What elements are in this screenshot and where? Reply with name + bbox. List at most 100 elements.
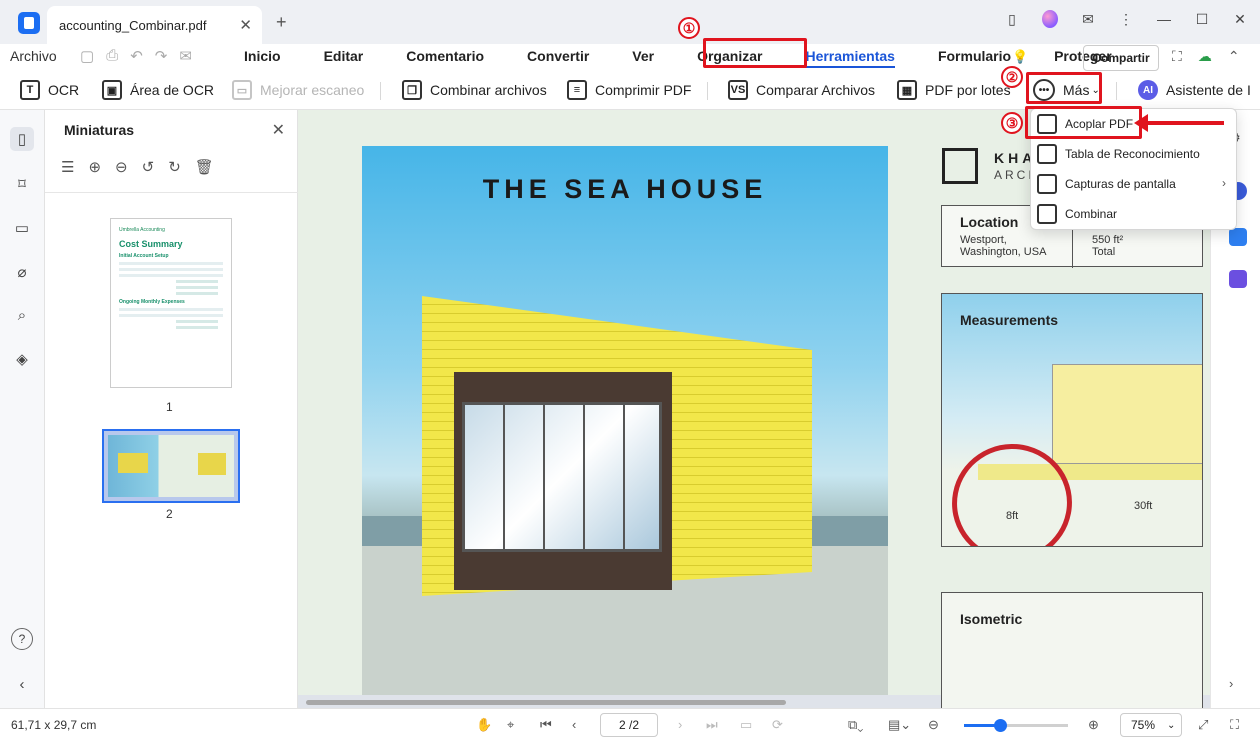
- combine-files-button[interactable]: ❐ Combinar archivos: [402, 80, 547, 100]
- maximize-button[interactable]: ☐: [1194, 11, 1210, 28]
- comment-icon[interactable]: ▭: [10, 216, 34, 240]
- fit-width-icon[interactable]: ⤢: [1198, 717, 1208, 733]
- rotate-right-icon[interactable]: ↻: [168, 158, 181, 176]
- menu-convertir[interactable]: Convertir: [527, 48, 589, 68]
- avatar[interactable]: [1042, 10, 1058, 28]
- measurement-label-30ft: 30ft: [1134, 500, 1153, 512]
- batch-pdf-button[interactable]: ▦ PDF por lotes: [897, 80, 1011, 100]
- compare-files-button[interactable]: VS Comparar Archivos: [728, 80, 875, 100]
- new-tab-button[interactable]: +: [276, 12, 287, 33]
- next-page-icon[interactable]: ›: [678, 717, 682, 732]
- menu-ver[interactable]: Ver: [632, 48, 654, 68]
- translate-icon[interactable]: [1229, 228, 1247, 246]
- bookmark-icon[interactable]: ⌑: [10, 172, 34, 196]
- delete-icon[interactable]: 🗑: [195, 158, 214, 176]
- menu-inicio[interactable]: Inicio: [244, 48, 281, 68]
- menu-file[interactable]: Archivo: [10, 48, 57, 64]
- tab-title: accounting_Combinar.pdf: [59, 17, 207, 33]
- view-mode-icon[interactable]: ⧉⌄: [848, 717, 863, 733]
- save-icon[interactable]: ▢: [80, 47, 94, 65]
- thumb-house: [118, 453, 148, 473]
- device-icon[interactable]: ▯: [1004, 11, 1020, 28]
- menu-comentario[interactable]: Comentario: [406, 48, 484, 68]
- zoom-out-icon[interactable]: ⊖: [115, 158, 128, 176]
- menu-item-label: Capturas de pantalla: [1065, 177, 1176, 191]
- fullscreen-icon[interactable]: ⛶: [1230, 717, 1239, 733]
- title-bar: accounting_Combinar.pdf ✕ + ▯ ✉ ⋮ — ☐ ✕: [0, 0, 1260, 44]
- page-thumbnails-icon[interactable]: ▯: [10, 127, 34, 151]
- rotate-page-icon[interactable]: ⟳: [772, 717, 783, 733]
- zoom-in-icon[interactable]: ⊕: [88, 158, 101, 176]
- collapse-ribbon-icon[interactable]: ⌃: [1228, 48, 1240, 65]
- org-chart-icon[interactable]: ⛶: [1172, 48, 1182, 65]
- options-menu-icon[interactable]: ☰: [61, 158, 74, 176]
- thumb-title: Cost Summary: [119, 239, 183, 249]
- close-window-button[interactable]: ✕: [1232, 11, 1248, 28]
- zoom-out-icon[interactable]: ⊖: [928, 717, 939, 733]
- collapse-panel-icon[interactable]: ‹: [10, 672, 34, 696]
- layers-icon[interactable]: ◈: [10, 347, 34, 371]
- annotation-box-acoplar: [1025, 106, 1142, 139]
- search-icon[interactable]: ⌕: [10, 303, 34, 327]
- last-page-icon[interactable]: ⏭: [706, 717, 718, 733]
- menu-item-capturas[interactable]: Capturas de pantalla ›: [1031, 169, 1238, 199]
- menu-item-combinar[interactable]: Combinar: [1031, 199, 1238, 229]
- page-thumbnail-1[interactable]: Umbrella Accounting Cost Summary Initial…: [110, 218, 232, 388]
- compress-pdf-button[interactable]: ≡ Comprimir PDF: [567, 80, 691, 100]
- hand-tool-icon[interactable]: ✋: [476, 717, 492, 733]
- help-icon[interactable]: ?: [11, 628, 33, 650]
- cloud-sync-icon[interactable]: ☁: [1198, 48, 1212, 65]
- ai-assistant-button[interactable]: AI Asistente de I: [1138, 80, 1251, 100]
- zoom-select[interactable]: 75% ⌄: [1120, 713, 1182, 737]
- page-number-input[interactable]: 2 /2: [600, 713, 658, 737]
- redo-icon[interactable]: ↷: [155, 47, 168, 65]
- rotate-left-icon[interactable]: ↺: [142, 158, 155, 176]
- thumbnail-panel: Miniaturas ✕ ☰ ⊕ ⊖ ↺ ↻ 🗑 Umbrella Accoun…: [45, 110, 298, 708]
- first-page-icon[interactable]: ⏮: [540, 717, 552, 733]
- document-tab[interactable]: accounting_Combinar.pdf ✕: [47, 6, 262, 44]
- chevron-down-icon: ⌄: [1167, 719, 1176, 731]
- select-tool-icon[interactable]: ⌖: [507, 717, 514, 733]
- lightbulb-icon[interactable]: 💡: [1012, 49, 1028, 65]
- zoom-slider-knob[interactable]: [994, 719, 1008, 732]
- minimize-button[interactable]: —: [1156, 11, 1172, 27]
- layout-mode-icon[interactable]: ▤⌄: [888, 717, 911, 733]
- horizontal-scrollbar[interactable]: [306, 700, 786, 705]
- page-thumbnail-2[interactable]: [102, 429, 240, 503]
- previous-page-icon[interactable]: ‹: [572, 717, 576, 732]
- compress-pdf-label: Comprimir PDF: [595, 82, 692, 98]
- menu-right-icons: ⛶ ☁ ⌃: [1172, 48, 1240, 65]
- menu-editar[interactable]: Editar: [324, 48, 364, 68]
- expand-panel-icon[interactable]: ›: [1229, 676, 1247, 694]
- menu-item-tabla-reconocimiento[interactable]: Tabla de Reconocimiento: [1031, 139, 1238, 169]
- left-rail: ▯ ⌑ ▭ ⌀ ⌕ ◈ ? ‹: [0, 110, 45, 708]
- toolbar-divider: [380, 82, 381, 100]
- share-button[interactable]: Compartir: [1083, 45, 1159, 71]
- zoom-in-icon[interactable]: ⊕: [1088, 717, 1099, 733]
- mail-icon[interactable]: ✉: [179, 47, 192, 65]
- thumb-line: [176, 286, 218, 289]
- ocr-button[interactable]: T OCR: [20, 80, 79, 100]
- fit-page-icon[interactable]: ▭: [740, 717, 752, 733]
- batch-icon: ▦: [897, 80, 917, 100]
- checklist-icon[interactable]: [1229, 270, 1247, 288]
- app-logo-icon: [18, 12, 40, 34]
- tab-close-icon[interactable]: ✕: [239, 16, 252, 34]
- zoom-slider[interactable]: [964, 719, 1068, 732]
- close-panel-icon[interactable]: ✕: [272, 120, 285, 140]
- annotation-box-herramientas: [703, 38, 807, 68]
- improve-scan-button[interactable]: ▭ Mejorar escaneo: [232, 80, 364, 100]
- page-dimensions: 61,71 x 29,7 cm: [11, 718, 97, 732]
- menu-formulario[interactable]: Formulario: [938, 48, 1011, 68]
- undo-icon[interactable]: ↶: [130, 47, 143, 65]
- ocr-area-button[interactable]: ▣ Área de OCR: [102, 80, 214, 100]
- annotation-step-1: ①: [678, 17, 700, 39]
- print-icon[interactable]: ⎙: [106, 47, 118, 65]
- attachment-icon[interactable]: ⌀: [10, 260, 34, 284]
- feedback-icon[interactable]: ✉: [1080, 11, 1096, 28]
- more-options-icon[interactable]: ⋮: [1118, 11, 1134, 28]
- thumb-line: [176, 292, 218, 295]
- menu-herramientas[interactable]: Herramientas: [805, 48, 895, 68]
- thumb-house: [198, 453, 226, 475]
- ai-icon: AI: [1138, 80, 1158, 100]
